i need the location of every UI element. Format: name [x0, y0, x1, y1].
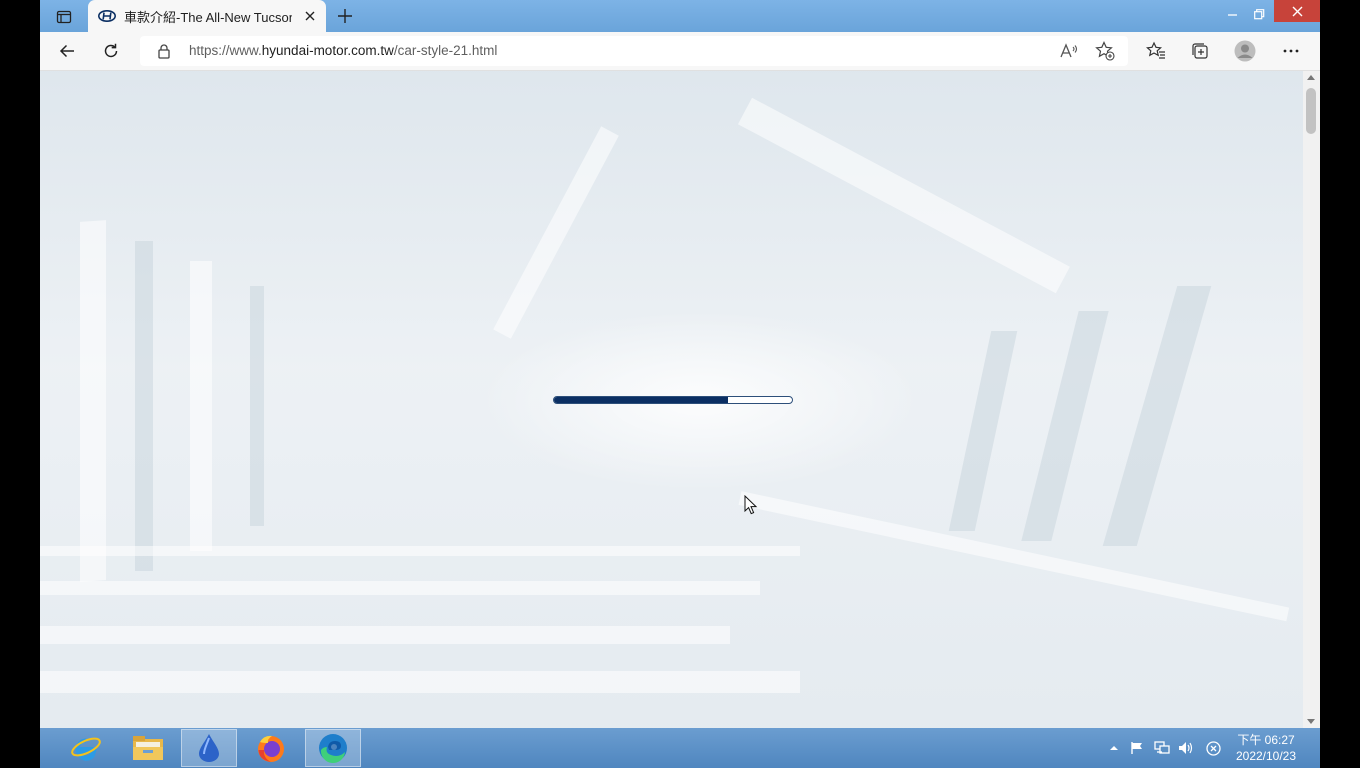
- close-icon: [1292, 6, 1302, 16]
- background-pillar: [190, 261, 212, 551]
- volume-icon[interactable]: [1176, 738, 1196, 758]
- background-floor-line: [40, 546, 800, 556]
- hyundai-logo-icon: [98, 7, 116, 25]
- favorites-button[interactable]: [1141, 36, 1171, 66]
- favorites-star-icon: [1146, 41, 1165, 59]
- title-bar: 車款介紹-The All-New Tucson L: [40, 0, 1320, 32]
- new-tab-button[interactable]: [334, 5, 356, 27]
- background-ceiling-beam: [493, 126, 619, 339]
- loading-progress-fill: [554, 397, 728, 403]
- status-x-icon[interactable]: [1203, 738, 1223, 758]
- ie-icon: [71, 737, 101, 761]
- scroll-down-arrow-icon[interactable]: [1307, 719, 1315, 724]
- add-favorite-icon[interactable]: [1094, 40, 1116, 62]
- url-path: /car-style-21.html: [393, 43, 498, 58]
- drop-app-icon: [199, 734, 219, 762]
- more-icon: [1283, 49, 1299, 53]
- background-pillar: [948, 331, 1018, 531]
- background-pillar: [135, 241, 153, 571]
- network-icon[interactable]: [1152, 738, 1172, 758]
- show-hidden-icons-button[interactable]: [1104, 738, 1124, 758]
- avatar-icon: [1234, 40, 1256, 62]
- loading-progress-bar: [553, 396, 793, 404]
- background-ceiling-beam: [737, 97, 1070, 294]
- tab-close-icon[interactable]: [302, 8, 318, 24]
- background-pillar: [250, 286, 264, 526]
- page-loading-background: [40, 71, 1303, 728]
- tab-actions-button[interactable]: [50, 6, 78, 28]
- scrollbar-thumb[interactable]: [1306, 88, 1316, 134]
- tab-title: 車款介紹-The All-New Tucson L: [124, 9, 292, 25]
- taskbar-internet-explorer[interactable]: [58, 729, 114, 767]
- settings-more-button[interactable]: [1276, 36, 1306, 66]
- tab-active[interactable]: 車款介紹-The All-New Tucson L: [88, 0, 326, 32]
- taskbar-file-explorer[interactable]: [120, 729, 176, 767]
- refresh-button[interactable]: [96, 36, 126, 66]
- edge-icon: [319, 734, 347, 764]
- browser-window: 車款介紹-The All-New Tucson L https://www.hy…: [40, 0, 1320, 728]
- taskbar: 下午 06:27 2022/10/23: [40, 728, 1320, 768]
- scroll-up-arrow-icon[interactable]: [1307, 75, 1315, 80]
- taskbar-edge[interactable]: [305, 729, 361, 767]
- taskbar-firefox[interactable]: [243, 729, 299, 767]
- restore-button[interactable]: [1242, 0, 1276, 28]
- url-text[interactable]: https://www.hyundai-motor.com.tw/car-sty…: [189, 43, 497, 58]
- url-prefix: https://www.: [189, 43, 262, 58]
- background-pillar: [1102, 286, 1212, 546]
- taskbar-app-drop[interactable]: [181, 729, 237, 767]
- minimize-icon: [1228, 14, 1237, 16]
- refresh-icon: [104, 43, 118, 58]
- firefox-icon: [258, 735, 284, 762]
- plus-icon: [338, 9, 352, 23]
- collections-icon: [1192, 43, 1208, 59]
- clock-date: 2022/10/23: [1235, 749, 1297, 763]
- action-center-flag-icon[interactable]: [1127, 738, 1147, 758]
- collections-button[interactable]: [1185, 36, 1215, 66]
- back-button[interactable]: [52, 36, 82, 66]
- vertical-scrollbar[interactable]: [1303, 71, 1320, 728]
- restore-icon: [1253, 8, 1264, 19]
- read-aloud-icon[interactable]: [1058, 40, 1080, 62]
- profile-button[interactable]: [1230, 36, 1260, 66]
- window-close-button[interactable]: [1274, 0, 1320, 22]
- address-bar[interactable]: https://www.hyundai-motor.com.tw/car-sty…: [140, 36, 1128, 66]
- background-floor-line: [40, 626, 730, 644]
- background-floor-line: [40, 671, 800, 693]
- background-floor-line: [40, 581, 760, 595]
- back-arrow-icon: [59, 44, 74, 58]
- chevron-up-icon: [1110, 746, 1118, 750]
- background-pillar: [80, 220, 106, 582]
- browser-toolbar: https://www.hyundai-motor.com.tw/car-sty…: [40, 32, 1320, 71]
- mouse-cursor-icon: [744, 495, 758, 515]
- background-pillar: [1021, 311, 1109, 541]
- background-floor-line: [738, 491, 1290, 622]
- system-clock[interactable]: 下午 06:27 2022/10/23: [1226, 732, 1306, 764]
- tab-actions-icon: [56, 10, 72, 24]
- desktop: 車款介紹-The All-New Tucson L https://www.hy…: [0, 0, 1360, 768]
- lock-icon[interactable]: [156, 43, 172, 59]
- clock-time: 下午 06:27: [1237, 733, 1295, 747]
- folder-icon: [133, 736, 163, 760]
- url-domain: hyundai-motor.com.tw: [261, 43, 394, 58]
